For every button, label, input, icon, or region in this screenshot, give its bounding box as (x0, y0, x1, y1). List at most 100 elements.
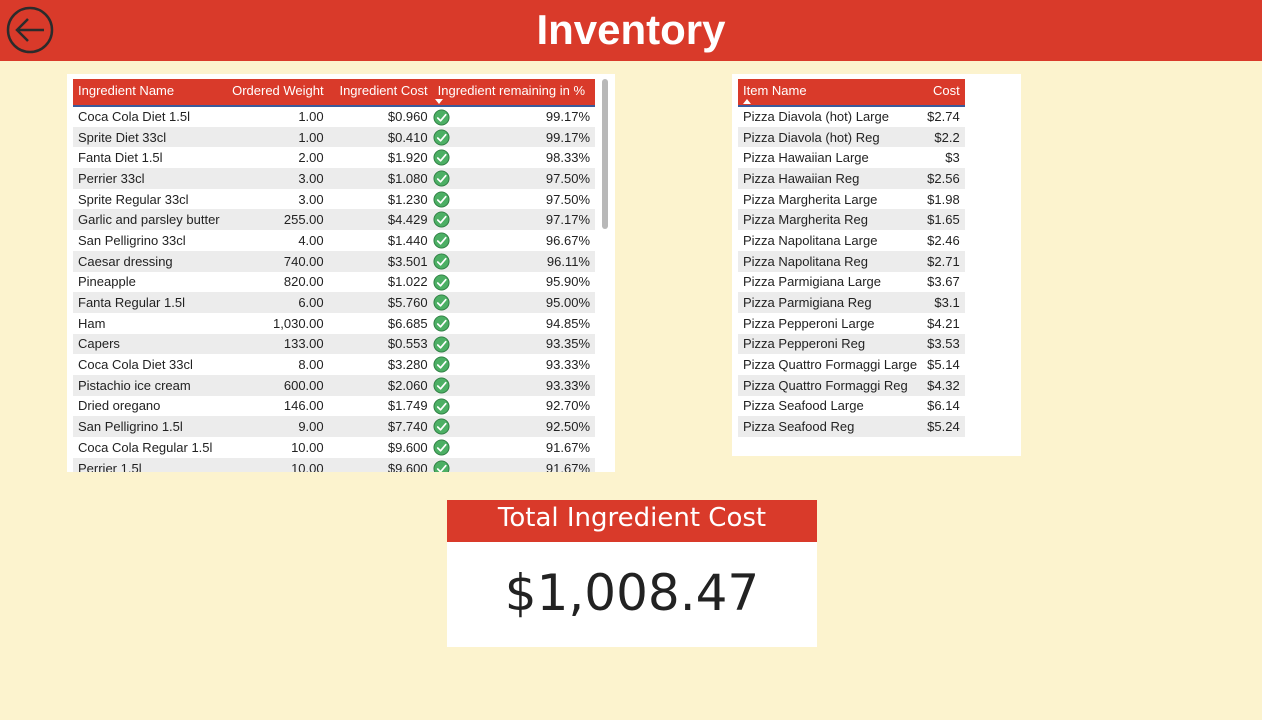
ingredient-name-cell: Coca Cola Regular 1.5l (78, 439, 213, 455)
ingredient-cost-cell: $1.022 (387, 274, 428, 290)
check-circle-icon (433, 294, 450, 311)
ingredient-remaining-cell: 91.67% (432, 457, 595, 472)
ingredient-remaining-value: 98.33% (545, 150, 590, 166)
items-table: Item Name Cost Pizza Diavola (hot) Large… (738, 79, 965, 437)
col-ingredient-cost[interactable]: Ingredient Cost (328, 79, 433, 107)
item-cost-cell: $1.98 (927, 191, 960, 207)
table-row[interactable]: Coca Cola Regular 1.5l 10.00 $9.600 91.67% (73, 437, 595, 458)
table-row[interactable]: San Pelligrino 1.5l 9.00 $7.740 92.50% (73, 416, 595, 437)
item-cost-cell: $6.14 (927, 398, 960, 414)
item-cost-cell: $3.1 (922, 292, 965, 313)
ingredient-remaining-value: 97.50% (545, 170, 590, 186)
col-ingredient-remaining[interactable]: Ingredient remaining in % (432, 79, 595, 107)
page-header: Inventory (0, 0, 1262, 61)
table-row[interactable]: Pizza Napolitana Large $2.46 (738, 230, 965, 251)
ingredient-cost-cell: $3.280 (387, 357, 428, 373)
table-row[interactable]: Pizza Quattro Formaggi Reg $4.32 (738, 374, 965, 396)
table-row[interactable]: San Pelligrino 33cl 4.00 $1.440 96.67% (73, 230, 595, 251)
table-row[interactable]: Perrier 33cl 3.00 $1.080 97.50% (73, 168, 595, 189)
table-row[interactable]: Perrier 1.5l 10.00 $9.600 91.67% (73, 457, 595, 472)
table-row[interactable]: Garlic and parsley butter 255.00 $4.429 97.… (73, 209, 595, 231)
ingredient-cost-cell: $2.060 (328, 374, 433, 396)
ingredient-remaining-value: 95.90% (545, 274, 590, 290)
ordered-weight-cell: 1,030.00 (273, 315, 324, 331)
ingredient-cost-cell: $1.230 (387, 191, 428, 207)
table-row[interactable]: Dried oregano 146.00 $1.749 92.70% (73, 396, 595, 417)
ingredient-name-cell: San Pelligrino 33cl (78, 232, 186, 248)
table-row[interactable]: Pizza Hawaiian Reg $2.56 (738, 168, 965, 189)
ordered-weight-cell: 3.00 (224, 168, 329, 189)
ingredient-name-cell: Dried oregano (78, 398, 161, 414)
table-row[interactable]: Fanta Regular 1.5l 6.00 $5.760 95.00% (73, 292, 595, 313)
ingredient-remaining-value: 93.35% (545, 336, 590, 352)
ingredient-remaining-value: 95.00% (545, 295, 590, 311)
sort-ascending-icon (743, 99, 751, 104)
ingredient-remaining-value: 96.11% (546, 253, 590, 269)
ingredient-name-cell: Perrier 33cl (73, 168, 225, 189)
table-row[interactable]: Pizza Pepperoni Reg $3.53 (738, 333, 965, 355)
item-cost-cell: $1.65 (922, 209, 965, 231)
table-row[interactable]: Fanta Diet 1.5l 2.00 $1.920 98.33% (73, 147, 595, 168)
table-row[interactable]: Pizza Napolitana Reg $2.71 (738, 250, 965, 272)
ingredient-name-cell: Garlic and parsley butter (73, 209, 225, 231)
ingredient-remaining-cell: 95.90% (433, 272, 595, 293)
table-row[interactable]: Pizza Seafood Large $6.14 (738, 396, 965, 417)
table-row[interactable]: Pizza Parmigiana Reg $3.1 (738, 292, 965, 313)
table-row[interactable]: Pizza Diavola (hot) Reg $2.2 (738, 126, 965, 148)
check-circle-icon (433, 356, 450, 373)
ordered-weight-cell: 10.00 (224, 457, 329, 472)
check-circle-icon (433, 109, 450, 126)
table-row[interactable]: Pistachio ice cream 600.00 $2.060 93.33% (73, 374, 595, 396)
ingredient-remaining-cell: 99.17% (432, 126, 595, 148)
check-circle-icon (433, 377, 450, 394)
col-ingredient-name[interactable]: Ingredient Name (73, 79, 225, 107)
item-cost-cell: $3.67 (927, 274, 960, 290)
ingredient-remaining-value: 93.33% (545, 357, 590, 373)
ingredient-cost-cell: $0.960 (387, 109, 428, 125)
item-cost-cell: $3 (945, 150, 960, 166)
table-row[interactable]: Pizza Seafood Reg $5.24 (738, 416, 965, 437)
ingredient-name-cell: Sprite Diet 33cl (73, 126, 225, 148)
ingredient-remaining-cell: 93.33% (432, 374, 595, 396)
table-row[interactable]: Pizza Margherita Large $1.98 (738, 189, 965, 210)
table-row[interactable]: Capers 133.00 $0.553 93.35% (73, 333, 595, 355)
table-row[interactable]: Sprite Regular 33cl 3.00 $1.230 97.50% (73, 189, 595, 210)
col-ordered-weight[interactable]: Ordered Weight (224, 79, 329, 107)
ingredient-name-cell: Coca Cola Diet 33cl (78, 357, 193, 373)
check-circle-icon (433, 191, 450, 208)
ordered-weight-cell: 820.00 (283, 274, 324, 290)
table-row[interactable]: Pineapple 820.00 $1.022 95.90% (73, 272, 595, 293)
table-row[interactable]: Pizza Diavola (hot) Large $2.74 (738, 106, 965, 127)
table-row[interactable]: Caesar dressing 740.00 $3.501 96.11% (73, 250, 595, 272)
col-cost[interactable]: Cost (922, 79, 965, 107)
item-name-cell: Pizza Napolitana Large (743, 232, 878, 248)
table-row[interactable]: Coca Cola Diet 1.5l 1.00 $0.960 99.17% (73, 106, 595, 127)
check-circle-icon (433, 253, 450, 270)
vertical-scrollbar[interactable] (602, 79, 608, 229)
table-row[interactable]: Pizza Quattro Formaggi Large $5.14 (738, 354, 965, 375)
ingredient-remaining-value: 93.33% (545, 377, 590, 393)
item-cost-cell: $2.2 (922, 126, 965, 148)
ingredient-name-cell: Fanta Regular 1.5l (73, 292, 225, 313)
ordered-weight-cell: 8.00 (298, 357, 324, 373)
table-row[interactable]: Sprite Diet 33cl 1.00 $0.410 99.17% (73, 126, 595, 148)
col-ingredient-remaining-label: Ingredient remaining in % (437, 83, 586, 98)
ingredients-table-visual: Ingredient Name Ordered Weight Ingredien… (67, 74, 615, 472)
table-row[interactable]: Pizza Hawaiian Large $3 (738, 147, 965, 168)
table-row[interactable]: Pizza Margherita Reg $1.65 (738, 209, 965, 231)
table-row[interactable]: Ham 1,030.00 $6.685 94.85% (73, 313, 595, 334)
col-item-name[interactable]: Item Name (738, 79, 923, 107)
ordered-weight-cell: 600.00 (224, 374, 329, 396)
ingredient-remaining-value: 92.70% (545, 398, 590, 414)
ordered-weight-cell: 10.00 (291, 439, 324, 455)
ingredient-cost-cell: $5.760 (328, 292, 433, 313)
ingredients-header-row: Ingredient Name Ordered Weight Ingredien… (73, 79, 595, 107)
table-row[interactable]: Pizza Pepperoni Large $4.21 (738, 313, 965, 334)
ordered-weight-cell: 740.00 (224, 250, 329, 272)
ordered-weight-cell: 1.00 (224, 126, 329, 148)
table-row[interactable]: Coca Cola Diet 33cl 8.00 $3.280 93.33% (73, 354, 595, 375)
table-row[interactable]: Pizza Parmigiana Large $3.67 (738, 272, 965, 293)
ingredient-remaining-value: 91.67% (545, 460, 590, 472)
card-value: $1,008.47 (504, 564, 760, 622)
ordered-weight-cell: 1.00 (298, 109, 324, 125)
